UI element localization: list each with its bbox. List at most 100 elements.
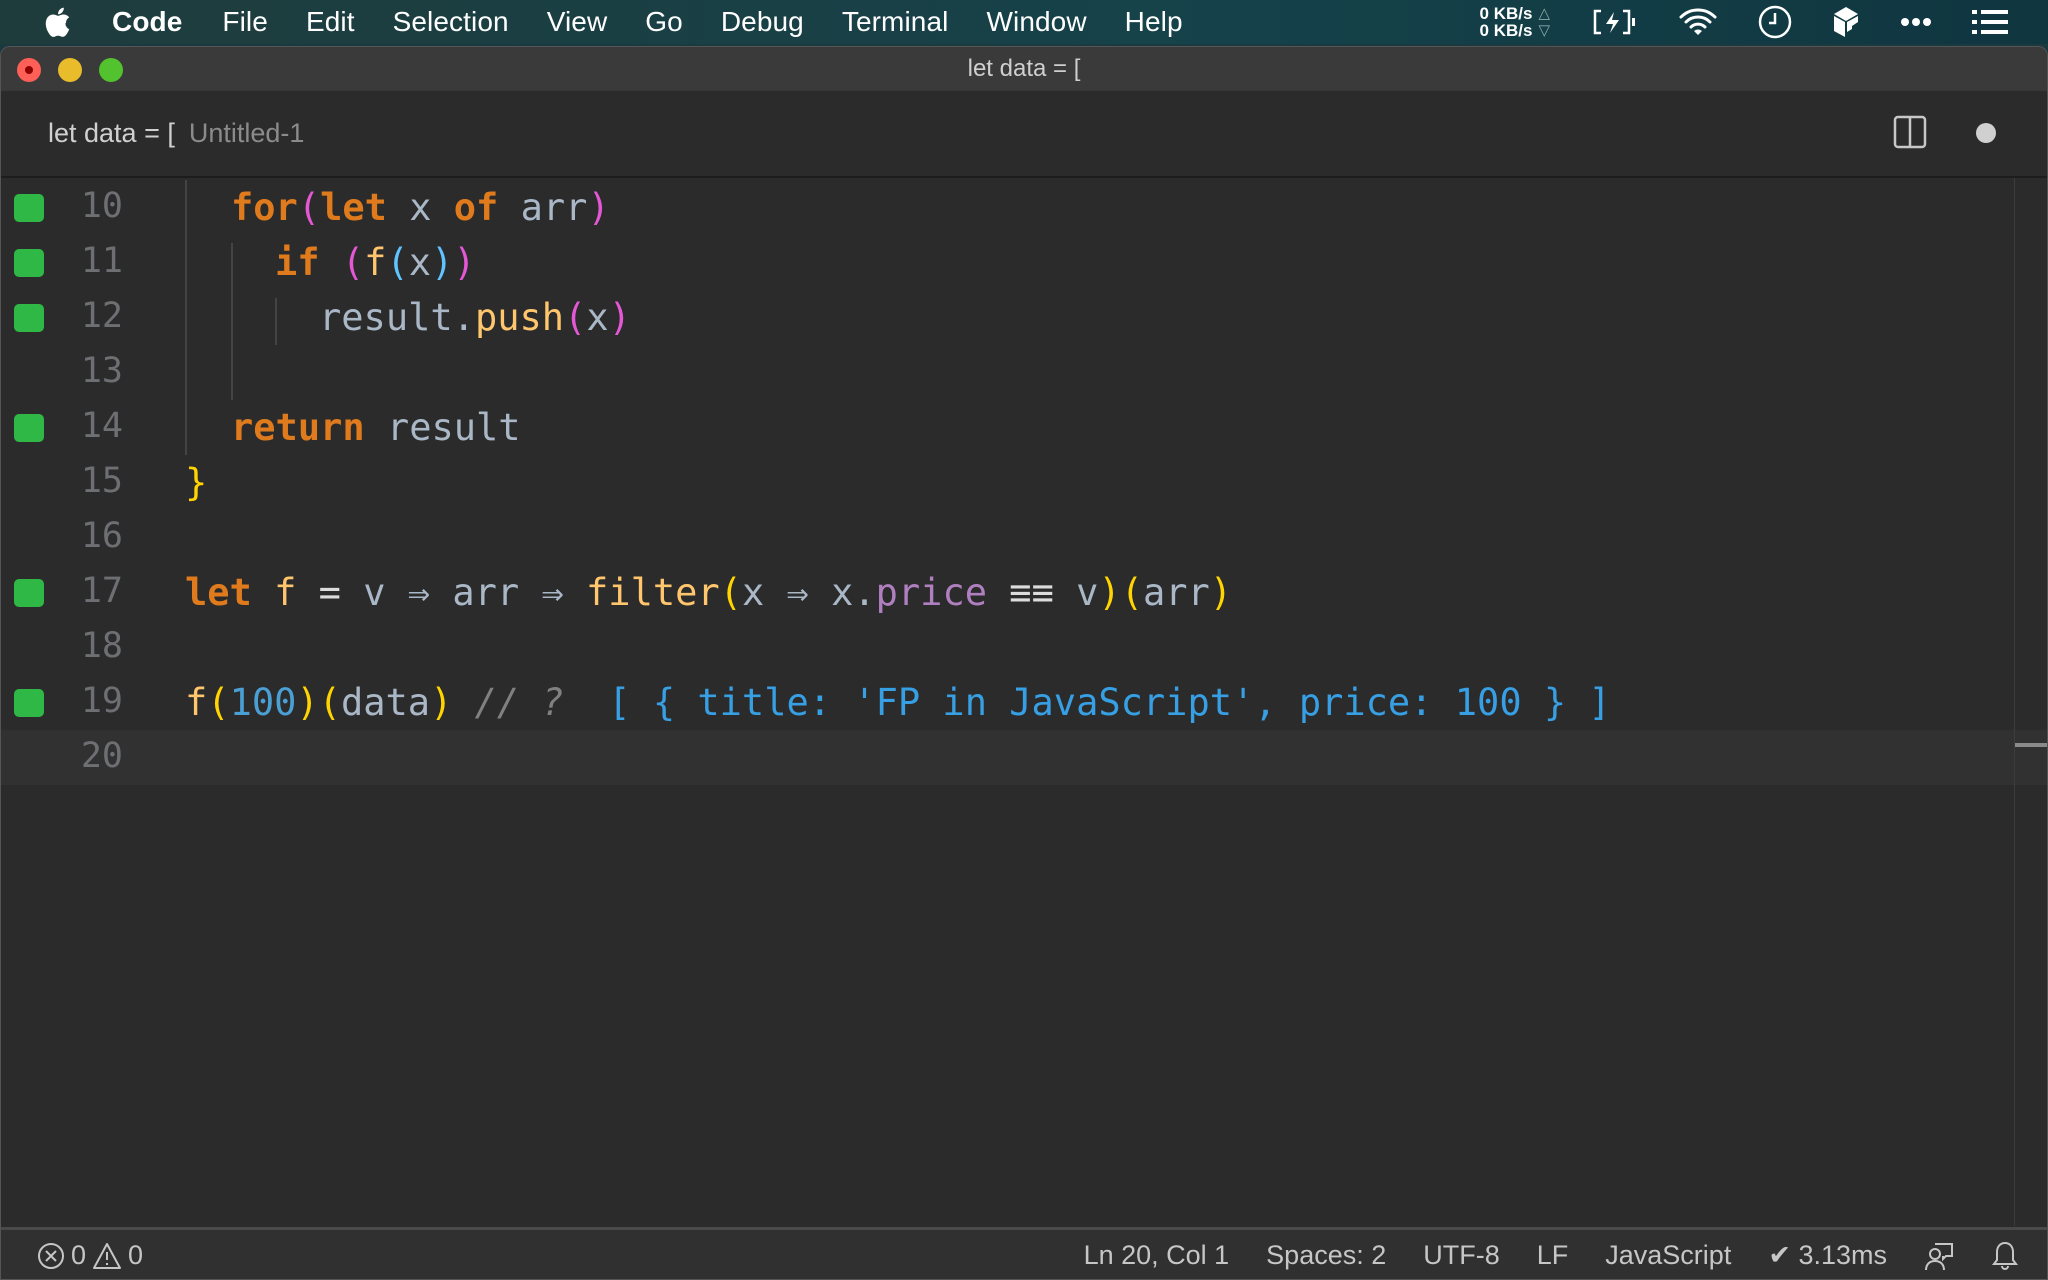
problems-indicator[interactable]: 0 0: [37, 1240, 143, 1271]
code-token: result: [364, 406, 521, 449]
editor-tab-bar: let data = [ Untitled-1: [1, 91, 2047, 177]
menu-view[interactable]: View: [547, 6, 608, 38]
code-token: (: [386, 241, 409, 284]
file-encoding[interactable]: UTF-8: [1423, 1240, 1500, 1271]
quokka-timing[interactable]: ✔ 3.13ms: [1768, 1240, 1887, 1271]
overview-ruler-border: [2014, 178, 2015, 1226]
menu-edit[interactable]: Edit: [306, 6, 355, 38]
menu-bar-tray: 0 KB/s 0 KB/s △ ▽: [1480, 0, 2028, 44]
apple-logo-icon[interactable]: [40, 5, 74, 39]
code-line[interactable]: 15}: [1, 455, 2047, 510]
code-token: arr: [498, 186, 588, 229]
macos-menu-bar: Code File Edit Selection View Go Debug T…: [0, 0, 2048, 44]
coverage-marker-icon: [14, 194, 44, 222]
line-number: 10: [80, 186, 123, 226]
code-token: }: [185, 461, 208, 504]
upload-arrow-icon: △: [1538, 5, 1550, 22]
code-line[interactable]: 14 return result: [1, 400, 2047, 455]
code-token: price: [875, 571, 988, 614]
upload-speed: 0 KB/s: [1479, 4, 1533, 23]
code-text: f(100)(data) // ? [ { title: 'FP in Java…: [185, 681, 1611, 724]
indentation[interactable]: Spaces: 2: [1266, 1240, 1386, 1271]
code-token: ⇒: [786, 571, 809, 614]
menu-selection[interactable]: Selection: [393, 6, 509, 38]
language-mode[interactable]: JavaScript: [1605, 1240, 1731, 1271]
menu-terminal[interactable]: Terminal: [842, 6, 949, 38]
code-line[interactable]: 17 let f = v ⇒ arr ⇒ filter(x ⇒ x.price ≡…: [1, 565, 2047, 620]
end-of-line[interactable]: LF: [1537, 1240, 1569, 1271]
editor-tab-title[interactable]: let data = [: [48, 118, 175, 149]
menu-help[interactable]: Help: [1125, 6, 1183, 38]
line-number: 11: [80, 241, 123, 281]
split-editor-icon[interactable]: [1893, 115, 1927, 149]
code-text: result.push(x): [319, 296, 631, 339]
minimize-window-button[interactable]: [58, 58, 82, 82]
coverage-marker-icon: [14, 304, 44, 332]
warning-icon: [92, 1242, 122, 1270]
code-line[interactable]: 16: [1, 510, 2047, 565]
network-speed[interactable]: 0 KB/s 0 KB/s: [1480, 5, 1533, 39]
close-window-button[interactable]: [17, 58, 41, 82]
code-token: // ?: [452, 681, 609, 724]
code-line[interactable]: 18: [1, 620, 2047, 675]
code-token: ): [430, 241, 454, 284]
status-bar: 0 0 Ln 20, Col 1 Spaces: 2 UTF-8 LF Java…: [1, 1227, 2047, 1279]
title-bar[interactable]: let data = [: [1, 47, 2047, 91]
line-number: 13: [80, 351, 123, 391]
menu-app-name[interactable]: Code: [112, 6, 182, 38]
code-editor[interactable]: 10 for(let x of arr) 11 if (f(x)) 12 result.p…: [1, 178, 2047, 1226]
code-token: ): [430, 681, 453, 724]
code-line[interactable]: 20: [1, 730, 2047, 785]
coverage-marker-icon: [14, 579, 44, 607]
menu-debug[interactable]: Debug: [721, 6, 804, 38]
code-line[interactable]: 19 f(100)(data) // ? [ { title: 'FP in Ja…: [1, 675, 2047, 730]
menu-file[interactable]: File: [222, 6, 268, 38]
menu-go[interactable]: Go: [645, 6, 683, 38]
coverage-marker-icon: [14, 414, 44, 442]
code-token: f: [185, 681, 208, 724]
unsaved-changes-dot-icon[interactable]: [1976, 123, 1996, 143]
download-speed: 0 KB/s: [1479, 21, 1533, 40]
feedback-icon[interactable]: [1924, 1241, 1954, 1271]
code-text: if (f(x)): [275, 241, 476, 284]
code-token: f: [364, 241, 387, 284]
more-icon[interactable]: [1900, 17, 1932, 27]
scrollbar-position-marker[interactable]: [2015, 743, 2047, 747]
menu-window[interactable]: Window: [986, 6, 1086, 38]
code-token: for: [231, 186, 298, 229]
code-text: let f = v ⇒ arr ⇒ filter(x ⇒ x.price ≡≡ …: [185, 571, 1232, 614]
code-text: }: [185, 461, 207, 504]
code-line[interactable]: 13: [1, 345, 2047, 400]
line-number: 18: [80, 626, 123, 666]
editor-tab-description[interactable]: Untitled-1: [189, 118, 305, 149]
code-token: ⇒: [541, 571, 564, 614]
code-token: (: [297, 186, 321, 229]
coverage-marker-icon: [14, 249, 44, 277]
code-token: ): [296, 681, 319, 724]
battery-charging-icon[interactable]: [1592, 9, 1638, 35]
line-number: 16: [80, 516, 123, 556]
code-token: if: [275, 241, 320, 284]
line-number: 19: [80, 681, 123, 721]
code-line[interactable]: 12 result.push(x): [1, 290, 2047, 345]
cursor-position[interactable]: Ln 20, Col 1: [1084, 1240, 1230, 1271]
code-token: ≡≡: [987, 571, 1077, 614]
code-token: of: [453, 186, 499, 229]
code-token: let: [320, 186, 387, 229]
code-line[interactable]: 11 if (f(x)): [1, 235, 2047, 290]
code-token: data: [340, 681, 431, 724]
window-title: let data = [: [967, 55, 1081, 82]
clock-icon[interactable]: [1758, 5, 1792, 39]
code-line[interactable]: 10 for(let x of arr): [1, 180, 2047, 235]
app-cube-icon[interactable]: [1832, 5, 1860, 39]
notifications-bell-icon[interactable]: [1991, 1241, 2019, 1271]
line-number: 20: [80, 736, 123, 776]
indent-guide: [275, 298, 277, 345]
line-number: 15: [80, 461, 123, 501]
wifi-icon[interactable]: [1678, 8, 1718, 36]
maximize-window-button[interactable]: [99, 58, 123, 82]
list-icon[interactable]: [1972, 10, 2008, 34]
status-bar-right: Ln 20, Col 1 Spaces: 2 UTF-8 LF JavaScri…: [1084, 1230, 2047, 1279]
error-count: 0: [71, 1240, 87, 1270]
error-icon: [37, 1242, 65, 1270]
